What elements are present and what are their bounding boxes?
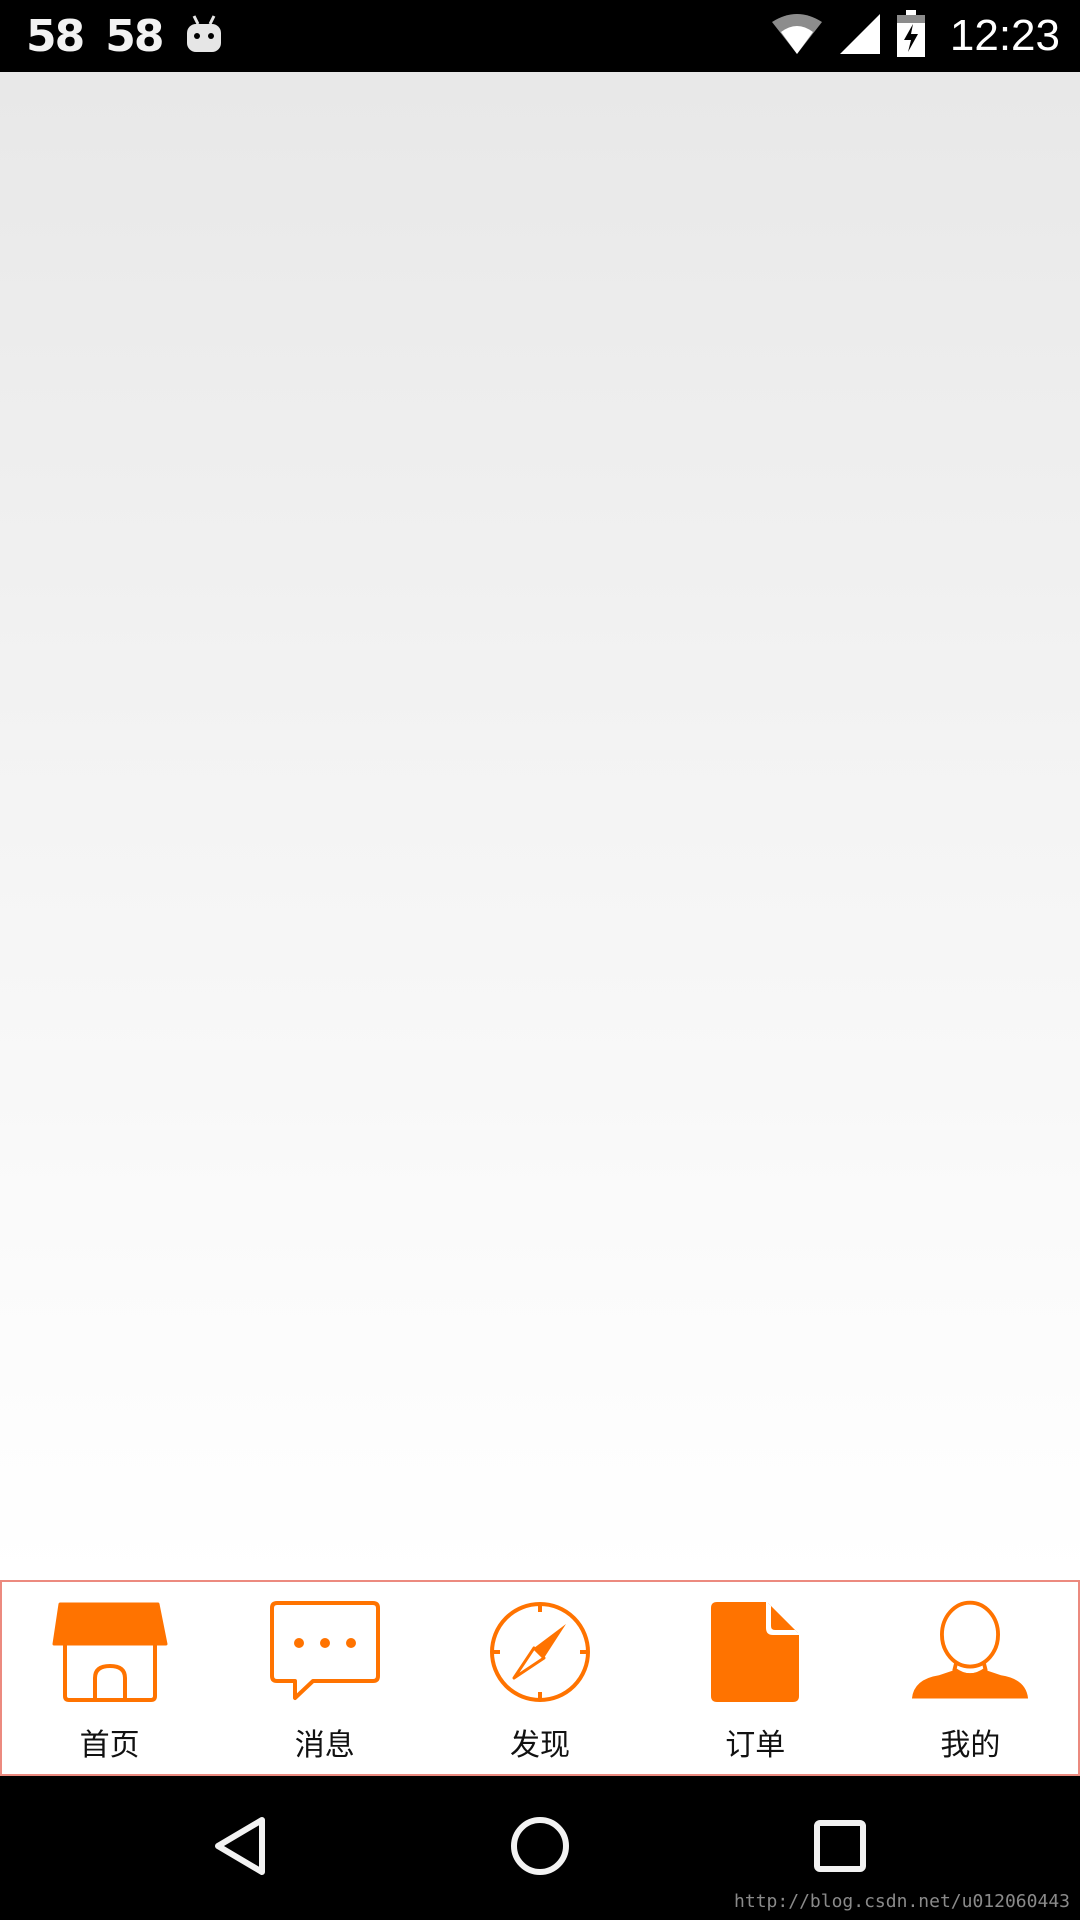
recents-button[interactable] [790,1798,890,1898]
android-debug-icon [184,12,224,60]
tab-discover-label: 发现 [510,1728,570,1763]
tab-profile-label: 我的 [940,1728,1001,1763]
bottom-tab-bar: 首页 消息 发现 订单 我的 [0,1580,1080,1776]
document-icon [695,1602,815,1702]
home-circle-icon [508,1814,572,1882]
back-button[interactable] [190,1798,290,1898]
status-right-group: 12:23 [770,8,1060,64]
message-bubble-icon [265,1601,385,1702]
battery-charging-icon [896,10,926,62]
tab-messages[interactable]: 消息 [217,1582,432,1774]
wifi-icon [770,12,824,60]
tab-home-label: 首页 [79,1728,140,1763]
compass-icon [480,1602,600,1702]
tab-home[interactable]: 首页 [2,1582,217,1774]
navigation-bar: http://blog.csdn.net/u012060443 [0,1776,1080,1920]
tab-orders[interactable]: 订单 [648,1582,863,1774]
recents-square-icon [812,1818,868,1878]
content-area [0,72,1080,1580]
notification-number: 58 [105,10,164,62]
notification-number: 58 [26,10,85,62]
home-button[interactable] [490,1798,590,1898]
tab-messages-label: 消息 [294,1728,355,1763]
status-bar: 58 58 12:23 [0,0,1080,72]
status-time: 12:23 [949,11,1060,60]
home-store-icon [50,1602,170,1702]
back-triangle-icon [210,1814,270,1882]
tab-orders-label: 订单 [725,1728,786,1763]
watermark-text: http://blog.csdn.net/u012060443 [734,1891,1070,1912]
tab-discover[interactable]: 发现 [432,1582,647,1774]
profile-person-icon [910,1600,1030,1702]
status-left-group: 58 58 [26,8,224,64]
cell-signal-icon [838,12,882,60]
tab-profile[interactable]: 我的 [863,1582,1078,1774]
